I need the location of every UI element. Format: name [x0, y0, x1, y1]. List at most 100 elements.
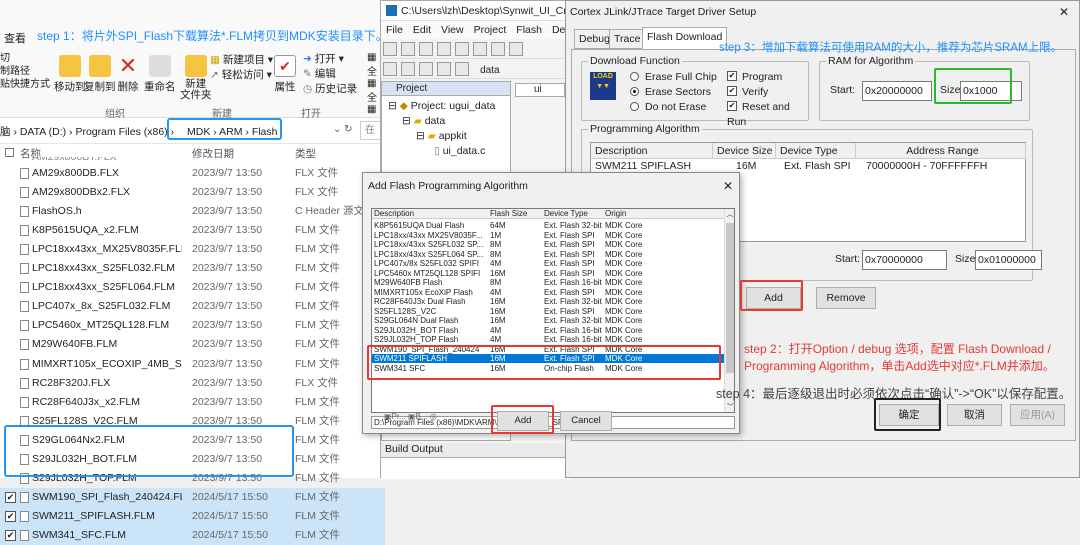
properties-button[interactable]: ✔ 属性: [274, 55, 296, 94]
save-all-icon[interactable]: [437, 42, 451, 56]
flash-algorithm-row[interactable]: LPC18xx/43xx MX25V8035F... 1M Ext. Flash S…: [372, 231, 724, 240]
row-checkbox[interactable]: ✔: [5, 510, 16, 522]
ribbon-tab-view[interactable]: 查看: [4, 30, 26, 46]
open-button[interactable]: ➜ 打开 ▾: [303, 52, 357, 67]
tree-project-root[interactable]: ⊟ ◆ Project: ugui_data: [388, 100, 495, 112]
open-file-icon[interactable]: [401, 42, 415, 56]
new-folder-button[interactable]: 新建 文件夹: [180, 55, 212, 101]
flash-list-scrollbar[interactable]: ︿ ﹀: [724, 209, 734, 412]
build-icon[interactable]: [383, 62, 397, 76]
target-select[interactable]: data: [480, 65, 499, 76]
menu-edit[interactable]: Edit: [413, 24, 431, 36]
save-icon[interactable]: [419, 42, 433, 56]
do-not-erase-radio[interactable]: Do not Erase: [630, 100, 717, 115]
program-checkbox[interactable]: ✔ Program: [727, 70, 808, 85]
file-row[interactable]: M29W640FB.FLM 2023/9/7 13:50 FLM 文件: [0, 335, 385, 354]
tab-trace[interactable]: Trace: [609, 29, 646, 49]
reset-and-run-checkbox[interactable]: ✔ Reset and Run: [727, 100, 808, 130]
file-row[interactable]: MIMXRT105x_ECOXIP_4MB_SEC.F... 2023/9/7 1…: [0, 355, 385, 374]
flash-algorithm-row[interactable]: LPC18xx/43xx S25FL032 SP... 8M Ext. Flash …: [372, 240, 724, 249]
tab-flash-download[interactable]: Flash Download: [642, 27, 728, 49]
rebuild-icon[interactable]: [401, 62, 415, 76]
file-row[interactable]: RC28F320J.FLX 2023/9/7 13:50 FLX 文件: [0, 374, 385, 393]
cut-label[interactable]: 切: [0, 52, 50, 65]
file-row[interactable]: ✔ SWM190_SPI_Flash_240424.FLM 2024/5/17 15…: [0, 487, 385, 507]
algorithm-row[interactable]: SWM211 SPIFLASH 16M Ext. Flash SPI 70000…: [591, 159, 1026, 173]
flash-algorithm-row[interactable]: S25FL128S_V2C 16M Ext. Flash SPI MDK Core: [372, 307, 724, 316]
file-name: FlashOS.h: [32, 205, 82, 218]
file-row[interactable]: K8P5615UQA_x2.FLM 2023/9/7 13:50 FLM 文件: [0, 221, 385, 240]
batch-build-icon[interactable]: [419, 62, 433, 76]
history-button[interactable]: ◷ 历史记录: [303, 82, 357, 97]
close-icon[interactable]: ✕: [1059, 5, 1069, 19]
menu-project[interactable]: Project: [474, 24, 507, 36]
breadcrumb-computer[interactable]: 脑: [0, 126, 11, 138]
new-item-menu[interactable]: ▦ 新建项目 ▾: [210, 52, 273, 67]
cut-icon[interactable]: [455, 42, 469, 56]
menu-flash[interactable]: Flash: [516, 24, 542, 36]
breadcrumb-drive[interactable]: DATA (D:): [20, 126, 66, 138]
tree-folder-appkit[interactable]: ⊟ ▰ appkit: [416, 130, 467, 142]
flash-algorithm-row[interactable]: S29JL032H_BOT Flash 4M Ext. Flash 16-bit MD…: [372, 326, 724, 335]
flash-algorithm-row[interactable]: K8P5615UQA Dual Flash 64M Ext. Flash 32-bi…: [372, 221, 724, 230]
editor-tab[interactable]: ui: [515, 83, 565, 97]
file-row[interactable]: LPC18xx43xx_S25FL032.FLM 2023/9/7 13:50 FL…: [0, 259, 385, 278]
verify-checkbox[interactable]: ✔ Verify: [727, 85, 808, 100]
explorer-ribbon: 查看 切 制路径 贴快捷方式 移动到 复制到 ✕ 删除 重命名 新建 文件夹 ▦ …: [0, 0, 385, 130]
erase-sectors-radio[interactable]: Erase Sectors: [630, 85, 717, 100]
remove-algorithm-button[interactable]: Remove: [816, 287, 876, 309]
close-icon[interactable]: ✕: [723, 179, 733, 193]
cancel-button[interactable]: 取消: [947, 404, 1002, 426]
alg-start-input[interactable]: 0x70000000: [862, 250, 947, 270]
alg-size-input[interactable]: 0x01000000: [975, 250, 1042, 270]
copy-to-button[interactable]: 复制到: [84, 55, 116, 94]
select-all-checkbox[interactable]: [5, 148, 14, 157]
address-controls[interactable]: ⌄ ↻: [333, 124, 353, 135]
erase-full-chip-radio[interactable]: Erase Full Chip: [630, 70, 717, 85]
apply-button[interactable]: 应用(A): [1010, 404, 1065, 426]
copy-path-label[interactable]: 制路径: [0, 65, 50, 78]
file-icon: [20, 225, 29, 237]
file-row[interactable]: AM29x800DBx2.FLX 2023/9/7 13:50 FLX 文件: [0, 183, 385, 202]
new-file-icon[interactable]: [383, 42, 397, 56]
row-checkbox[interactable]: ✔: [5, 529, 16, 541]
paste-icon[interactable]: [491, 42, 505, 56]
delete-button[interactable]: ✕ 删除: [117, 55, 139, 94]
file-row[interactable]: AM29x800DB.FLX 2023/9/7 13:50 FLX 文件: [0, 164, 385, 183]
file-row[interactable]: LPC18xx43xx_S25FL064.FLM 2023/9/7 13:50 FL…: [0, 278, 385, 297]
ram-start-input[interactable]: 0x20000000: [862, 81, 932, 101]
file-row[interactable]: LPC407x_8x_S25FL032.FLM 2023/9/7 13:50 FLM…: [0, 297, 385, 316]
file-row[interactable]: ✔ SWM341_SFC.FLM 2024/5/17 15:50 FLM 文件: [0, 525, 385, 545]
row-checkbox[interactable]: ✔: [5, 491, 16, 503]
copy-icon[interactable]: [473, 42, 487, 56]
flash-algorithm-row[interactable]: S29GL064N Dual Flash 16M Ext. Flash 32-bit…: [372, 316, 724, 325]
tree-file-ui-data[interactable]: ▯ ui_data.c: [434, 145, 485, 157]
flash-algorithm-row[interactable]: LPC407x/8x S25FL032 SPIFI 4M Ext. Flash SP…: [372, 259, 724, 268]
tree-folder-data[interactable]: ⊟ ▰ data: [402, 115, 445, 127]
undo-icon[interactable]: [509, 42, 523, 56]
flash-algorithm-row[interactable]: LPC18xx/43xx S25FL064 SP... 8M Ext. Flash …: [372, 250, 724, 259]
file-row[interactable]: ✔ SWM211_SPIFLASH.FLM 2024/5/17 15:50 FLM 文…: [0, 506, 385, 526]
paste-shortcut-label[interactable]: 贴快捷方式: [0, 78, 50, 91]
easy-access-menu[interactable]: ↗ 轻松访问 ▾: [210, 67, 272, 82]
file-row[interactable]: LPC5460x_MT25QL128.FLM 2023/9/7 13:50 FLM …: [0, 316, 385, 335]
flash-algorithm-row[interactable]: RC28F640J3x Dual Flash 16M Ext. Flash 32-b…: [372, 297, 724, 306]
download-icon[interactable]: [437, 62, 451, 76]
rename-button[interactable]: 重命名: [144, 55, 176, 94]
menu-view[interactable]: View: [441, 24, 464, 36]
options-icon[interactable]: [455, 62, 469, 76]
breadcrumb-program-files[interactable]: Program Files (x86): [75, 126, 167, 138]
file-row[interactable]: RC28F640J3x_x2.FLM 2023/9/7 13:50 FLM 文件: [0, 393, 385, 412]
move-to-button[interactable]: 移动到: [54, 55, 86, 94]
flash-algorithm-row[interactable]: S29JL032H_TOP Flash 4M Ext. Flash 16-bit MD…: [372, 335, 724, 344]
menu-file[interactable]: File: [386, 24, 403, 36]
column-type[interactable]: 类型: [295, 146, 316, 161]
flash-cancel-button[interactable]: Cancel: [560, 411, 612, 431]
column-date[interactable]: 修改日期: [192, 146, 234, 161]
edit-button[interactable]: ✎ 编辑: [303, 67, 357, 82]
flash-algorithm-row[interactable]: MIMXRT105x EcoXiP Flash 4M Ext. Flash SPI M…: [372, 288, 724, 297]
file-row[interactable]: FlashOS.h 2023/9/7 13:50 C Header 源文件: [0, 202, 385, 221]
file-row[interactable]: LPC18xx43xx_MX25V8035F.FLM 2023/9/7 13:50…: [0, 240, 385, 259]
flash-algorithm-row[interactable]: LPC5460x MT25QL128 SPIFI 16M Ext. Flash SP…: [372, 269, 724, 278]
flash-algorithm-row[interactable]: M29W640FB Flash 8M Ext. Flash 16-bit MDK Co…: [372, 278, 724, 287]
